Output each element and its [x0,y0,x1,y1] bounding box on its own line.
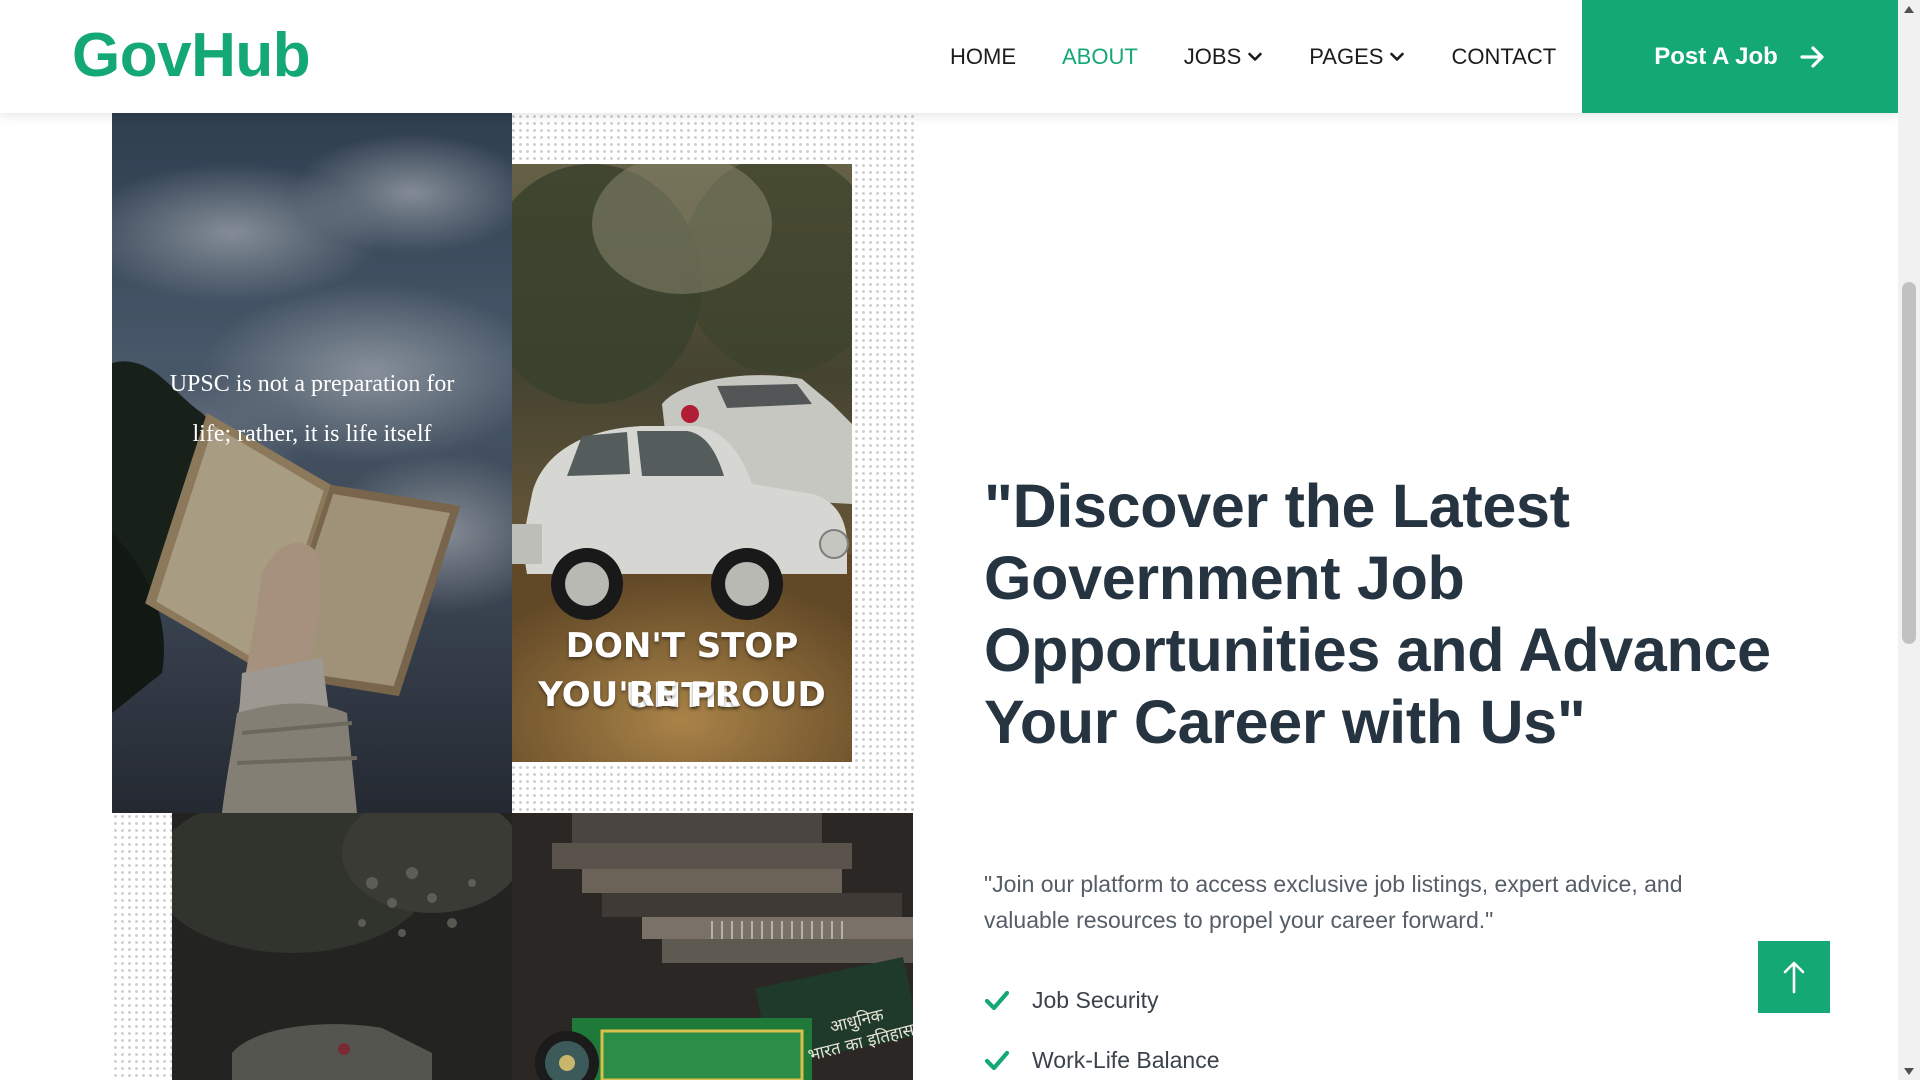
feature-label: Work-Life Balance [1032,1046,1220,1073]
chevron-down-icon [1248,52,1263,61]
check-icon [984,990,1010,1011]
arrow-right-icon [1800,45,1824,68]
about-description: "Join our platform to access exclusive j… [984,871,1683,933]
dot-pattern [112,813,172,1080]
quote-image: UPSC is not a preparation for life; rath… [112,113,512,813]
triangle-up-icon [1904,5,1914,13]
nav-item-pages[interactable]: PAGES [1309,44,1405,70]
list-item: Work-Life Balance [984,1030,1220,1080]
books-desk-image: आधुनिक भारत का इतिहास [512,813,913,1080]
arrow-up-icon [1783,961,1805,994]
page-scrollbar[interactable] [1898,0,1920,1080]
motivation-poster-image: DON'T STOP UNTIL YOU'RE PROUD [512,164,852,762]
triangle-down-icon [1904,1067,1914,1075]
feature-label: Job Security [1032,986,1159,1013]
list-item: Job Security [984,970,1220,1030]
poster-text-line2: YOU'RE PROUD [538,675,826,715]
nav-item-about[interactable]: ABOUT [1062,44,1138,70]
nav-item-label: ABOUT [1062,43,1138,69]
top-navbar: GovHub HOME ABOUT JOBS PAGES CONTACT Pos… [0,0,1898,113]
nav-item-label: CONTACT [1451,43,1557,69]
quote-image-text: UPSC is not a preparation for life; rath… [169,371,455,447]
dark-foliage-photo [172,813,512,1080]
nav-item-label: HOME [950,43,1016,69]
back-to-top-button[interactable] [1758,941,1830,1013]
feature-list: Job Security Work-Life Balance [984,970,1220,1080]
nav-item-label: JOBS [1183,43,1242,69]
about-headline: "Discover the Latest Government Job Oppo… [984,472,1771,756]
nav-item-home[interactable]: HOME [950,44,1016,70]
chevron-down-icon [1390,52,1405,61]
dark-car-image [172,813,512,1080]
scroll-up-button[interactable] [1898,0,1920,18]
nav-item-contact[interactable]: CONTACT [1451,44,1556,70]
check-icon [984,1050,1010,1071]
scroll-down-button[interactable] [1898,1062,1920,1080]
nav-item-jobs[interactable]: JOBS [1184,44,1263,70]
main-nav: HOME ABOUT JOBS PAGES CONTACT [950,0,1602,113]
nav-item-label: PAGES [1309,43,1384,69]
sky-book-photo [112,113,512,813]
post-job-label: Post A Job [1654,42,1778,70]
brand-logo[interactable]: GovHub [72,18,311,94]
scroll-thumb[interactable] [1902,282,1916,644]
post-job-button[interactable]: Post A Job [1582,0,1898,113]
